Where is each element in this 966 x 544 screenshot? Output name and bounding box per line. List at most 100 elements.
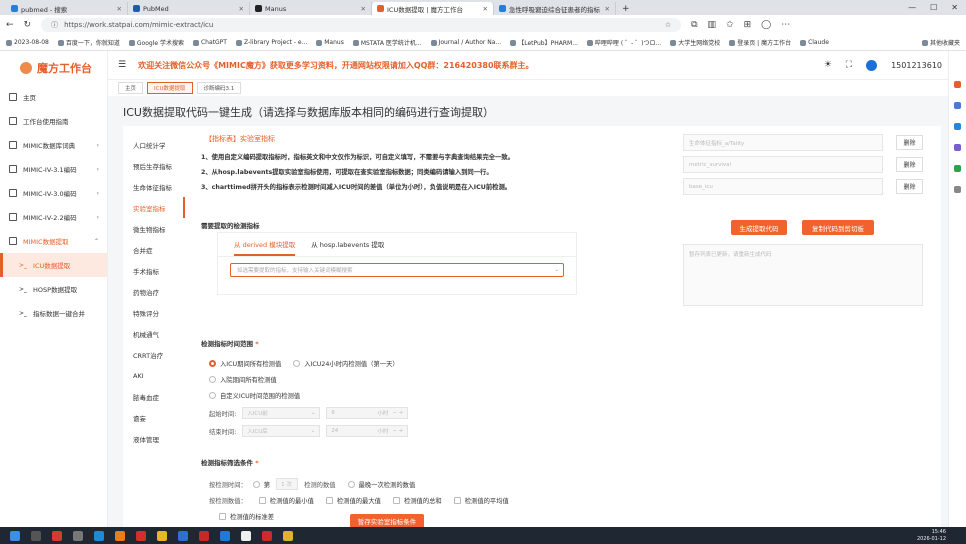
- app-icon[interactable]: [262, 530, 272, 541]
- checkbox-filter-value[interactable]: 检测值的总和: [392, 496, 442, 505]
- generate-code-button[interactable]: 生成提取代码: [731, 220, 787, 235]
- start-hours-stepper[interactable]: 6 小时 − +: [326, 407, 409, 419]
- code-output-area[interactable]: 暂存列表已更新，请重新生成代码: [683, 244, 923, 306]
- breadcrumb-tag[interactable]: ICU数据提取: [147, 82, 193, 94]
- category-item[interactable]: 实验室指标: [130, 197, 185, 218]
- bookmark-item[interactable]: Claude: [800, 39, 829, 46]
- bookmark-item[interactable]: Journal / Author Na...: [430, 39, 501, 46]
- app-logo[interactable]: 魔方工作台: [0, 51, 107, 85]
- bookmark-item[interactable]: 登录页 | 魔方工作台: [729, 38, 791, 47]
- saved-field-2[interactable]: base_icu: [683, 178, 883, 195]
- app-icon[interactable]: [199, 530, 209, 541]
- delete-button[interactable]: 删除: [896, 157, 923, 172]
- sidebar-item[interactable]: >_ HOSP数据提取: [0, 277, 107, 301]
- save-lab-conditions-button[interactable]: 暂存实验室指标条件: [350, 514, 424, 527]
- radio-admission-all[interactable]: 入院期间所有检测值: [209, 375, 277, 384]
- app-icon[interactable]: [178, 530, 188, 541]
- category-item[interactable]: 药物治疗: [130, 281, 185, 302]
- app-icon[interactable]: [115, 530, 125, 541]
- close-tab-icon[interactable]: ✕: [361, 5, 366, 13]
- close-tab-icon[interactable]: ✕: [239, 5, 244, 13]
- app-icon[interactable]: [283, 530, 293, 541]
- category-item[interactable]: 手术指标: [130, 260, 185, 281]
- sidebar-item[interactable]: MIMIC-IV-3.0编码 ›: [0, 181, 107, 205]
- radio-custom-range[interactable]: 自定义ICU时间范围的检测值: [209, 391, 300, 400]
- new-tab-icon[interactable]: +: [616, 2, 636, 15]
- tab-derived[interactable]: 从 derived 模块提取: [234, 239, 296, 256]
- radio-last-measure[interactable]: 最晚一次检测的数值: [347, 480, 415, 489]
- theme-sun-icon[interactable]: ☀: [824, 60, 832, 70]
- app-icon[interactable]: [52, 530, 62, 541]
- search-icon[interactable]: [31, 530, 41, 541]
- end-hours-stepper[interactable]: 24 小时 − +: [326, 425, 409, 437]
- sidebar-item[interactable]: MIMIC数据库词典 ›: [0, 133, 107, 157]
- bookmark-item[interactable]: 哔哩哔哩 ( ゜- ゜)つロ...: [586, 38, 661, 47]
- bookmark-item[interactable]: Z-library Project - e...: [235, 39, 307, 46]
- sidebar-item[interactable]: >_ ICU数据提取: [0, 253, 107, 277]
- sidebar-item[interactable]: MIMIC-IV-2.2编码 ›: [0, 205, 107, 229]
- nth-select[interactable]: 1 次: [276, 478, 299, 490]
- app-icon[interactable]: [220, 530, 230, 541]
- delete-button[interactable]: 删除: [896, 179, 923, 194]
- bookmark-item[interactable]: 其他收藏夹: [921, 38, 960, 47]
- collections-icon[interactable]: ⊞: [744, 20, 752, 30]
- bookmark-item[interactable]: 2023-08-08: [6, 39, 49, 46]
- browser-tab[interactable]: 急性呼吸窘迫综合征患者的指标 ✕: [494, 2, 616, 15]
- sidebar-item[interactable]: 工作台使用指南: [0, 109, 107, 133]
- category-item[interactable]: 液体管理: [130, 428, 185, 449]
- app-icon[interactable]: [241, 530, 251, 541]
- minimize-icon[interactable]: —: [908, 3, 916, 12]
- start-anchor-select[interactable]: 入ICU前 ⌄: [242, 407, 321, 419]
- refresh-icon[interactable]: ↻: [24, 20, 32, 30]
- sidebar-item[interactable]: >_ 指标数据一键合并: [0, 301, 107, 325]
- category-item[interactable]: 机械通气: [130, 323, 185, 344]
- close-tab-icon[interactable]: ✕: [117, 5, 122, 13]
- category-item[interactable]: 预后生存指标: [130, 155, 185, 176]
- close-window-icon[interactable]: ✕: [951, 3, 958, 12]
- sidebar-item[interactable]: MIMIC数据提取 ⌃: [0, 229, 107, 253]
- category-item[interactable]: 人口统计学: [130, 134, 185, 155]
- delete-button[interactable]: 删除: [896, 135, 923, 150]
- bag-icon[interactable]: [954, 102, 961, 109]
- bookmark-item[interactable]: MSTATA 医学统计机...: [352, 38, 422, 47]
- radio-icu-all[interactable]: 入ICU期间所有检测值: [209, 359, 281, 368]
- radio-icu-24h[interactable]: 入ICU24小时内检测值（第一天）: [293, 359, 399, 368]
- folder-icon[interactable]: [157, 530, 167, 541]
- bookmark-item[interactable]: 百度一下，你就知道: [57, 38, 120, 47]
- more-menu-icon[interactable]: ⋯: [781, 20, 790, 30]
- toolbox-icon[interactable]: [954, 81, 961, 88]
- category-item[interactable]: 合并症: [130, 239, 185, 260]
- tab-hosp-labevents[interactable]: 从 hosp.labevents 提取: [311, 239, 384, 256]
- breadcrumb-tag[interactable]: 主页: [118, 82, 144, 94]
- start-icon[interactable]: [10, 530, 20, 541]
- bookmark-item[interactable]: ChatGPT: [192, 39, 227, 46]
- add-panel-icon[interactable]: [954, 186, 961, 193]
- system-clock[interactable]: 15:46 2026-01-12: [917, 529, 946, 543]
- end-anchor-select[interactable]: 入ICU后 ⌄: [242, 425, 321, 437]
- maximize-icon[interactable]: ☐: [930, 3, 937, 12]
- favorites-icon[interactable]: ✩: [726, 20, 734, 30]
- favorite-star-icon[interactable]: ☆: [665, 21, 671, 29]
- saved-field-0[interactable]: 生命体征指标_a/Tality: [683, 134, 883, 151]
- avatar[interactable]: [866, 59, 878, 71]
- category-item[interactable]: CRRT治疗: [130, 344, 185, 365]
- category-item[interactable]: 微生物指标: [130, 218, 185, 239]
- bookmark-item[interactable]: Google 学术搜索: [128, 38, 184, 47]
- taskview-icon[interactable]: [73, 530, 83, 541]
- app-icon[interactable]: [136, 530, 146, 541]
- fullscreen-icon[interactable]: ⛶: [846, 60, 852, 70]
- sidebar-item[interactable]: MIMIC-IV-3.1编码 ›: [0, 157, 107, 181]
- category-item[interactable]: 谵妄: [130, 407, 185, 428]
- back-icon[interactable]: ←: [6, 20, 14, 30]
- bookmark-item[interactable]: Manus: [316, 39, 344, 46]
- user-id[interactable]: 1501213610: [891, 61, 942, 70]
- browser-tab[interactable]: Manus ✕: [250, 2, 372, 15]
- category-item[interactable]: 脓毒血症: [130, 386, 185, 407]
- checkbox-filter-value[interactable]: 检测值的最大值: [325, 496, 381, 505]
- extensions-icon[interactable]: ⧉: [691, 20, 697, 30]
- bookmark-item[interactable]: 大学生网络党校: [670, 38, 720, 47]
- category-item[interactable]: AKI: [130, 365, 185, 386]
- browser-tab[interactable]: PubMed ✕: [128, 2, 250, 15]
- category-item[interactable]: 生命体征指标: [130, 176, 185, 197]
- saved-field-1[interactable]: metric_survival: [683, 156, 883, 173]
